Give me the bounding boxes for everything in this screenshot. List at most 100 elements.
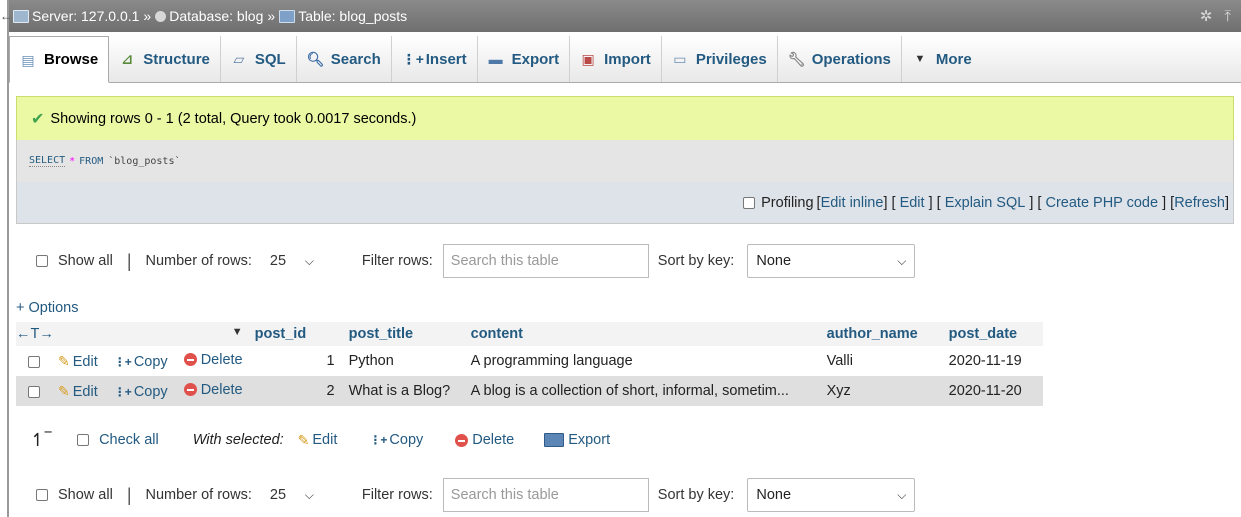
- options-toggle[interactable]: + Options: [16, 300, 78, 316]
- tab-operations[interactable]: 🔧︎ Operations: [778, 36, 902, 82]
- sort-select[interactable]: None ⌵: [747, 478, 916, 512]
- copy-icon: ⋮+: [113, 355, 132, 370]
- tab-export[interactable]: ▬ Export: [478, 36, 571, 82]
- pencil-icon: ✎: [58, 353, 70, 370]
- breadcrumb: Server: 127.0.0.1 » Database: blog » Tab…: [13, 8, 407, 24]
- chevron-down-icon: ⌵: [304, 253, 314, 268]
- tab-more[interactable]: ▼ More: [902, 36, 982, 82]
- column-header-post-date[interactable]: post_date: [948, 322, 1043, 346]
- tab-insert[interactable]: ⋮+ Insert: [392, 36, 478, 82]
- copy-row-button[interactable]: ⋮+ Copy: [114, 354, 168, 370]
- tab-label: Search: [330, 50, 381, 68]
- cell-post-date[interactable]: 2020-11-19: [948, 346, 1043, 376]
- check-all-checkbox[interactable]: [77, 434, 90, 446]
- back-arrow-icon[interactable]: ←: [0, 0, 12, 32]
- filter-label: Filter rows:: [361, 253, 433, 269]
- edit-row-button[interactable]: ✎ Edit: [58, 383, 98, 400]
- profiling-label: Profiling: [761, 194, 814, 211]
- copy-row-button[interactable]: ⋮+ Copy: [114, 384, 168, 400]
- breadcrumb-table[interactable]: Table: blog_posts: [298, 8, 407, 24]
- edit-row-button[interactable]: ✎ Edit: [58, 353, 98, 370]
- tab-bar: ▤ Browse ⊿ Structure ▱ SQL 🔍︎ Search ⋮+ …: [9, 36, 1241, 83]
- divider: |: [126, 484, 132, 505]
- gear-icon[interactable]: ✲: [1200, 7, 1213, 25]
- row-checkbox[interactable]: [28, 386, 40, 399]
- breadcrumb-database[interactable]: Database: blog: [169, 8, 263, 24]
- bracket: ] [: [883, 194, 900, 211]
- refresh-link[interactable]: Refresh: [1174, 195, 1225, 211]
- bulk-delete-label: Delete: [472, 432, 515, 448]
- tab-sql[interactable]: ▱ SQL: [221, 36, 297, 82]
- show-all-checkbox[interactable]: [36, 489, 48, 501]
- column-header-author-name[interactable]: author_name: [826, 322, 949, 346]
- cell-author-name[interactable]: Valli: [826, 346, 949, 376]
- cell-post-title[interactable]: Python: [342, 346, 471, 376]
- delete-row-button[interactable]: Delete: [183, 382, 243, 398]
- bulk-delete-button[interactable]: Delete: [455, 432, 514, 448]
- collapse-icon[interactable]: ⤒: [1224, 8, 1231, 25]
- rows-select[interactable]: 25 ⌵: [261, 244, 322, 278]
- navigation-row-bottom: Show all | Number of rows: 25 ⌵ Filter r…: [36, 474, 916, 516]
- tab-structure[interactable]: ⊿ Structure: [109, 36, 221, 82]
- bulk-edit-button[interactable]: ✎ Edit: [298, 432, 338, 449]
- row-actions: ✎ Edit ⋮+ Copy Delete: [16, 346, 255, 376]
- check-all-label[interactable]: Check all: [99, 432, 159, 448]
- edit-inline-link[interactable]: Edit inline: [821, 195, 884, 211]
- bulk-edit-label: Edit: [312, 432, 338, 448]
- sort-select[interactable]: None ⌵: [747, 244, 916, 278]
- rows-label: Number of rows:: [145, 487, 252, 503]
- tab-import[interactable]: ▣ Import: [570, 36, 662, 82]
- breadcrumb-server[interactable]: Server: 127.0.0.1: [32, 8, 139, 24]
- column-resize-arrows[interactable]: ←T→ ▼: [16, 322, 255, 346]
- bulk-export-button[interactable]: Export: [544, 432, 610, 448]
- delete-row-button[interactable]: Delete: [183, 352, 243, 368]
- sql-from-keyword: FROM: [79, 155, 104, 167]
- filter-input[interactable]: Search this table: [442, 244, 649, 278]
- show-all-checkbox[interactable]: [36, 255, 48, 267]
- filter-input[interactable]: Search this table: [442, 478, 649, 512]
- row-actions: ✎ Edit ⋮+ Copy Delete: [16, 376, 255, 406]
- bracket: ] [: [1158, 194, 1175, 211]
- cell-post-title[interactable]: What is a Blog?: [342, 376, 471, 406]
- server-icon: [13, 9, 29, 23]
- breadcrumb-separator: »: [143, 8, 152, 24]
- rows-select[interactable]: 25 ⌵: [261, 478, 322, 512]
- bulk-export-label: Export: [568, 432, 611, 448]
- caret-down-icon: ▼: [914, 53, 926, 65]
- tab-search[interactable]: 🔍︎ Search: [297, 36, 392, 82]
- breadcrumb-separator: »: [267, 8, 276, 24]
- edit-label: Edit: [72, 383, 98, 400]
- edit-link[interactable]: Edit: [900, 195, 925, 211]
- column-header-post-title[interactable]: post_title: [342, 322, 471, 346]
- delete-icon: [183, 383, 197, 397]
- window-frame: [0, 0, 9, 517]
- rows-value: 25: [269, 487, 287, 503]
- sql-select-keyword[interactable]: SELECT: [29, 155, 66, 167]
- bulk-copy-button[interactable]: ⋮+ Copy: [369, 432, 423, 448]
- delete-icon: [183, 353, 197, 367]
- database-icon: [155, 10, 167, 22]
- tab-privileges[interactable]: ▭ Privileges: [662, 36, 778, 82]
- column-header-post-id[interactable]: post_id: [254, 322, 343, 346]
- chevron-down-icon: ⌵: [897, 487, 907, 502]
- cell-post-date[interactable]: 2020-11-20: [948, 376, 1043, 406]
- privileges-icon: ▭: [673, 51, 687, 67]
- sql-icon: ▱: [233, 51, 245, 67]
- cell-post-id[interactable]: 1: [254, 346, 343, 376]
- caret-down-icon[interactable]: ▼: [232, 326, 243, 338]
- tab-label: Privileges: [695, 50, 767, 68]
- cell-content[interactable]: A blog is a collection of short, informa…: [470, 376, 827, 406]
- export-icon: [544, 433, 565, 447]
- delete-icon: [455, 433, 469, 447]
- profiling-checkbox[interactable]: [743, 196, 756, 209]
- explain-sql-link[interactable]: Explain SQL: [945, 195, 1026, 211]
- column-header-content[interactable]: content: [470, 322, 827, 346]
- cell-author-name[interactable]: Xyz: [826, 376, 949, 406]
- row-checkbox[interactable]: [28, 356, 40, 369]
- cell-post-id[interactable]: 2: [254, 376, 343, 406]
- tab-browse[interactable]: ▤ Browse: [9, 36, 110, 83]
- create-php-link[interactable]: Create PHP code: [1045, 195, 1158, 211]
- results-table: ←T→ ▼ post_id post_title content author_…: [16, 322, 1043, 406]
- cell-content[interactable]: A programming language: [470, 346, 827, 376]
- bracket: ] [: [924, 194, 945, 211]
